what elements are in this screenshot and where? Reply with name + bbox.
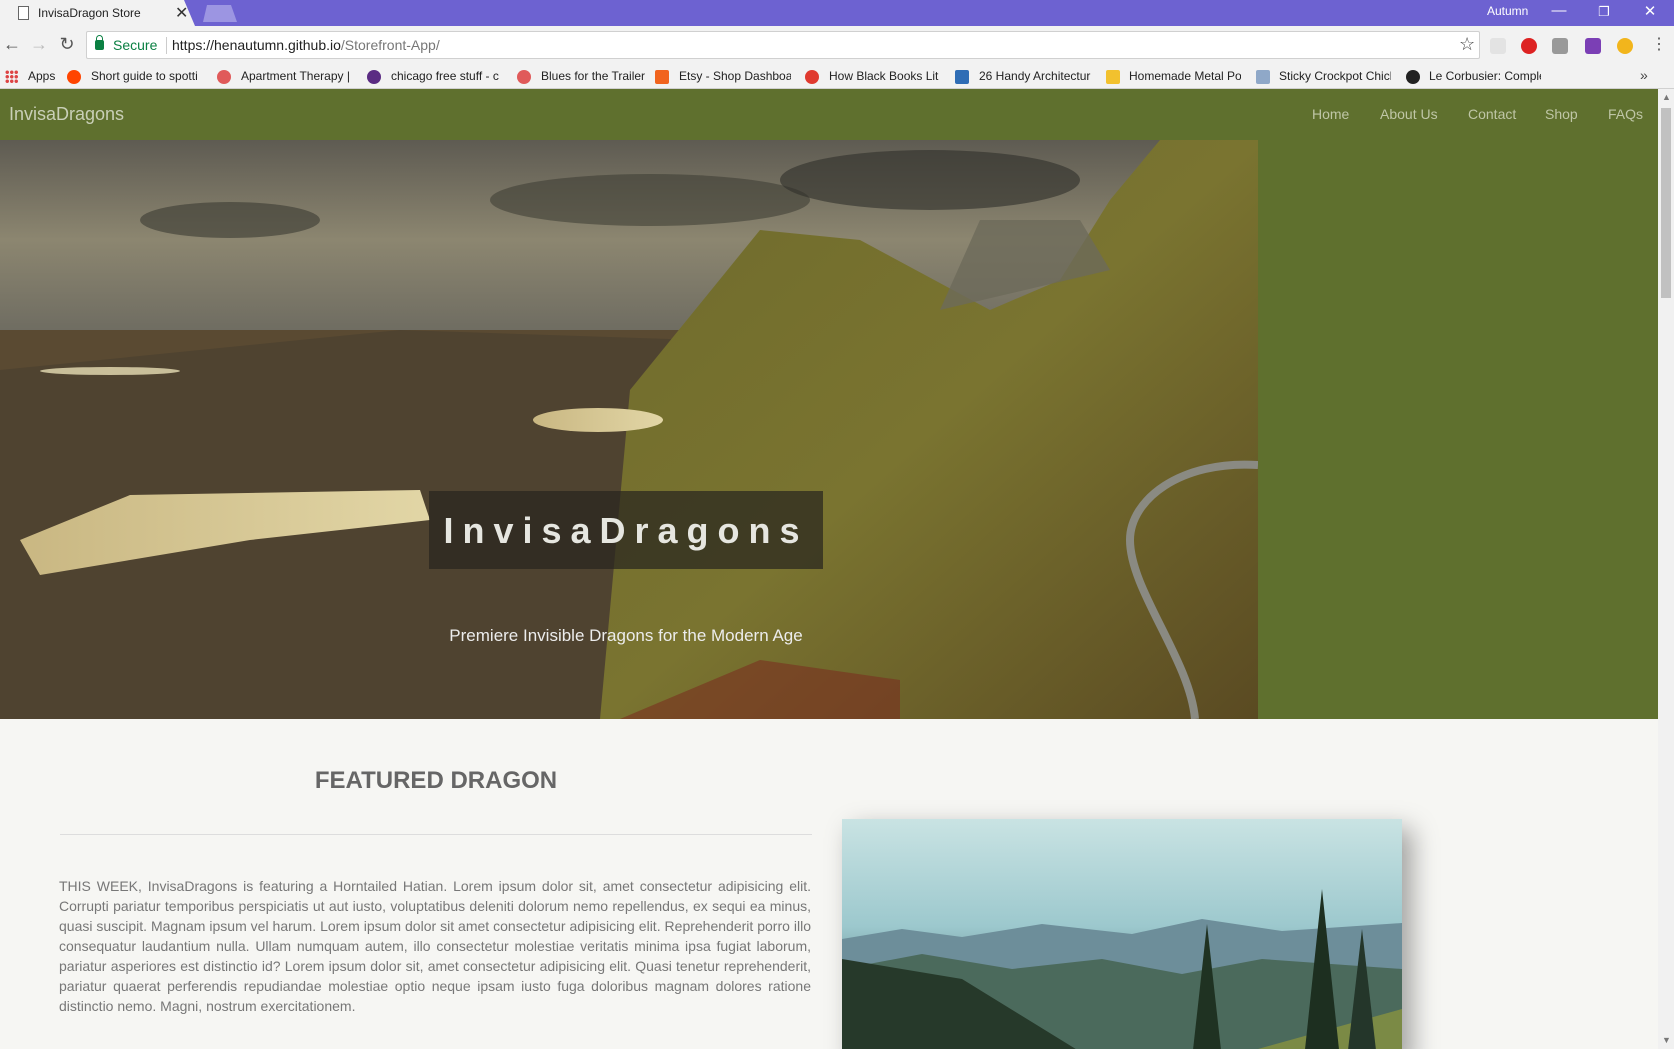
instructables-icon: [1106, 70, 1120, 84]
page-scrollbar[interactable]: ▲ ▼: [1658, 89, 1674, 1049]
bookmark-item[interactable]: 26 Handy Architectur: [979, 69, 1091, 83]
apartment-therapy-icon: [517, 70, 531, 84]
address-bar[interactable]: Secure https://henautumn.github.io/Store…: [86, 31, 1480, 59]
featured-heading: FEATURED DRAGON: [314, 767, 558, 794]
hero-subtitle: Premiere Invisible Dragons for the Moder…: [449, 626, 803, 645]
new-tab-button[interactable]: [203, 5, 237, 22]
tab-title: InvisaDragon Store: [38, 6, 141, 20]
extension-icon[interactable]: [1552, 38, 1568, 54]
bookmark-item[interactable]: Blues for the Trailer: [541, 69, 651, 83]
bookmark-apps[interactable]: Apps: [28, 69, 55, 83]
scroll-down-icon[interactable]: ▼: [1662, 1035, 1671, 1045]
url-text[interactable]: https://henautumn.github.io/Storefront-A…: [172, 37, 440, 53]
close-tab-icon[interactable]: ✕: [175, 3, 188, 23]
reload-icon[interactable]: ↻: [56, 34, 78, 55]
featured-description: THIS WEEK, InvisaDragons is featuring a …: [59, 878, 811, 1014]
bookmarks-bar: Apps Short guide to spotti Apartment The…: [0, 64, 1674, 89]
shield-icon: [955, 70, 969, 84]
featured-dragon-image: [842, 819, 1402, 1049]
secure-label: Secure: [113, 37, 158, 53]
browser-toolbar: ← → ↻ Secure https://henautumn.github.io…: [0, 26, 1674, 64]
lock-icon: [95, 35, 104, 50]
opera-icon[interactable]: [1521, 38, 1537, 54]
nav-faqs[interactable]: FAQs: [1608, 106, 1643, 122]
lightbulb-icon[interactable]: [1617, 38, 1633, 54]
back-icon[interactable]: ←: [1, 34, 23, 55]
globe-icon: [1406, 70, 1420, 84]
apartment-therapy-icon: [217, 70, 231, 84]
etsy-icon: [655, 70, 669, 84]
bookmark-item[interactable]: Apartment Therapy |: [241, 69, 351, 83]
menu-icon[interactable]: ⋮: [1648, 34, 1670, 54]
forward-icon[interactable]: →: [28, 34, 50, 55]
flame-icon: [805, 70, 819, 84]
apps-grid-icon: [5, 70, 18, 83]
extension-icon[interactable]: [1490, 38, 1506, 54]
site-navbar: InvisaDragons Home About Us Contact Shop…: [0, 89, 1658, 140]
bookmark-item[interactable]: Homemade Metal Po: [1129, 69, 1241, 83]
url-path: /Storefront-App/: [340, 37, 440, 53]
page-icon: [18, 6, 29, 20]
page-viewport: InvisaDragons Home About Us Contact Shop…: [0, 89, 1674, 1049]
divider: [166, 37, 167, 54]
nav-home[interactable]: Home: [1312, 106, 1349, 122]
window-close-icon[interactable]: ✕: [1638, 2, 1662, 20]
browser-tab[interactable]: InvisaDragon Store ✕: [0, 0, 195, 26]
more-bookmarks-icon[interactable]: »: [1640, 67, 1648, 83]
restore-icon[interactable]: ❐: [1592, 4, 1616, 20]
scrollbar-thumb[interactable]: [1661, 108, 1671, 298]
bookmark-item[interactable]: Short guide to spotti: [91, 69, 203, 83]
url-host: https://henautumn.github.io: [172, 37, 341, 53]
bookmark-item[interactable]: Le Corbusier: Comple: [1429, 69, 1541, 83]
nav-about-us[interactable]: About Us: [1380, 106, 1438, 122]
bookmark-star-icon[interactable]: ☆: [1459, 34, 1475, 55]
section-divider: [60, 834, 812, 835]
nav-shop[interactable]: Shop: [1545, 106, 1578, 122]
peace-icon: [367, 70, 381, 84]
site-brand[interactable]: InvisaDragons: [9, 104, 124, 125]
browser-title-bar: InvisaDragon Store ✕ Autumn — ❐ ✕: [0, 0, 1674, 26]
hero-title: InvisaDragons: [443, 510, 809, 551]
bookmark-item[interactable]: chicago free stuff - c: [391, 69, 503, 83]
bookmark-item[interactable]: Etsy - Shop Dashboa: [679, 69, 791, 83]
profile-name[interactable]: Autumn: [1487, 4, 1528, 18]
onenote-icon[interactable]: [1585, 38, 1601, 54]
minimize-icon[interactable]: —: [1547, 2, 1571, 19]
reddit-icon: [67, 70, 81, 84]
scroll-up-icon[interactable]: ▲: [1662, 92, 1671, 102]
bookmark-item[interactable]: Sticky Crockpot Chick: [1279, 69, 1391, 83]
bookmark-item[interactable]: How Black Books Lit: [829, 69, 941, 83]
mountain-forest-illustration: [842, 889, 1402, 1049]
nav-contact[interactable]: Contact: [1468, 106, 1516, 122]
house-icon: [1256, 70, 1270, 84]
